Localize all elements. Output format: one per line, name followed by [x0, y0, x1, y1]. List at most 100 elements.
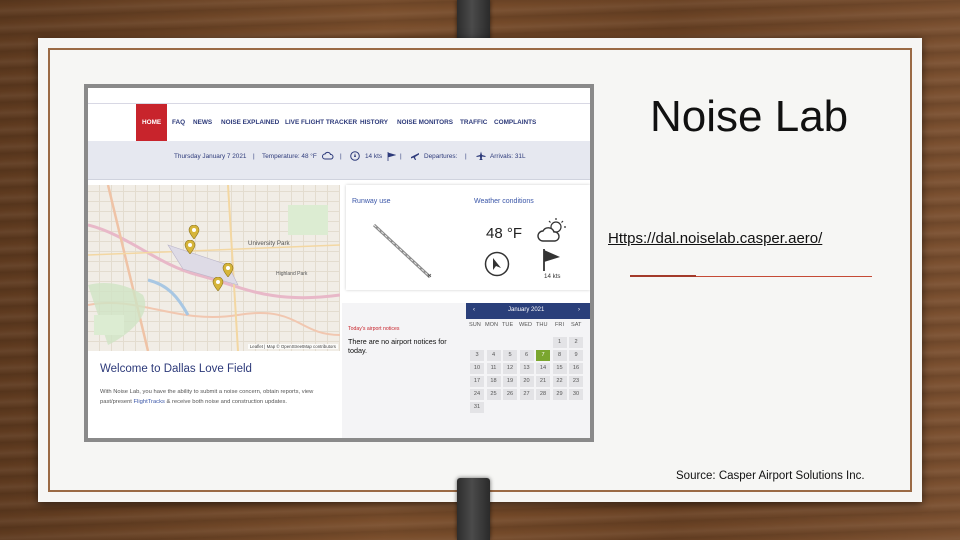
map-label-highland-park: Highland Park — [276, 271, 308, 277]
weekday-label: THU — [536, 322, 548, 328]
calendar-day[interactable]: 30 — [569, 389, 583, 400]
noise-monitor-marker[interactable] — [212, 276, 224, 292]
calendar-month-title: January 2021 — [508, 307, 545, 313]
arrivals-readout: Arrivals: 31L — [490, 153, 526, 160]
calendar-day[interactable]: 17 — [470, 376, 484, 387]
map-attribution[interactable]: Leaflet | Map © OpenStreetMap contributo… — [247, 344, 338, 349]
separator: | — [340, 153, 342, 160]
departure-plane-icon — [410, 151, 420, 163]
nav-home[interactable]: HOME — [136, 104, 168, 141]
calendar-day[interactable]: 3 — [470, 350, 484, 361]
calendar-day[interactable]: 29 — [552, 389, 567, 400]
calendar-header: ‹ January 2021 › — [466, 303, 590, 319]
status-infobar: Thursday January 7 2021 | Temperature: 4… — [88, 141, 590, 180]
calendar-day[interactable]: 21 — [536, 376, 550, 387]
calendar-day[interactable]: 4 — [486, 350, 501, 361]
calendar-day[interactable]: 31 — [470, 402, 484, 413]
source-credit: Source: Casper Airport Solutions Inc. — [676, 470, 865, 482]
website-viewport: HOME FAQ NEWS NOISE EXPLAINED LIVE FLIGH… — [88, 88, 590, 438]
weather-wind-speed: 14 kts — [544, 273, 561, 280]
separator: | — [253, 153, 255, 160]
calendar-day[interactable]: 13 — [519, 363, 534, 374]
cloud-icon — [322, 151, 334, 163]
calendar-day[interactable]: 11 — [486, 363, 501, 374]
nav-live-flight-tracker[interactable]: LIVE FLIGHT TRACKER — [285, 104, 357, 141]
site-navbar: HOME FAQ NEWS NOISE EXPLAINED LIVE FLIGH… — [88, 103, 590, 142]
weather-conditions-label: Weather conditions — [474, 198, 534, 205]
notices-calendar-section: Today's airport notices There are no air… — [342, 303, 590, 438]
wind-speed: 14 kts — [365, 153, 383, 160]
calendar-day[interactable]: 28 — [536, 389, 550, 400]
nav-complaints[interactable]: COMPLAINTS — [494, 104, 536, 141]
wind-direction-icon — [484, 251, 510, 282]
windsock-icon — [386, 151, 397, 163]
separator: | — [400, 153, 402, 160]
calendar-day[interactable]: 1 — [552, 337, 567, 348]
separator: | — [465, 153, 467, 160]
welcome-section: Welcome to Dallas Love Field With Noise … — [88, 351, 340, 438]
temperature-readout: Temperature: 48 °F — [262, 153, 317, 160]
calendar-day[interactable]: 24 — [470, 389, 484, 400]
runway-use-label: Runway use — [352, 198, 391, 205]
conditions-card: Runway use Weather conditions 48 °F 14 k… — [346, 185, 590, 290]
noise-monitor-marker[interactable] — [222, 262, 234, 278]
notices-label: Today's airport notices — [348, 326, 400, 332]
calendar-day[interactable]: 5 — [503, 350, 517, 361]
map-label-university-park: University Park — [248, 240, 290, 247]
arrival-plane-icon — [476, 151, 486, 163]
calendar-day[interactable]: 22 — [552, 376, 567, 387]
weekday-label: SUN — [469, 322, 481, 328]
website-screenshot: HOME FAQ NEWS NOISE EXPLAINED LIVE FLIGH… — [84, 84, 594, 442]
title-underline-accent — [630, 275, 696, 277]
weekday-label: FRI — [555, 322, 565, 328]
nav-noise-explained[interactable]: NOISE EXPLAINED — [221, 104, 279, 141]
nav-faq[interactable]: FAQ — [172, 104, 185, 141]
map-roads — [88, 185, 340, 351]
welcome-title: Welcome to Dallas Love Field — [100, 363, 252, 375]
weather-temperature: 48 °F — [486, 225, 523, 242]
calendar-day[interactable]: 14 — [536, 363, 550, 374]
bottom-strap — [457, 478, 490, 540]
compass-icon — [350, 151, 360, 163]
calendar-day[interactable]: 9 — [569, 350, 583, 361]
calendar-day[interactable]: 8 — [552, 350, 567, 361]
nav-noise-monitors[interactable]: NOISE MONITORS — [397, 104, 453, 141]
slide-title: Noise Lab — [650, 92, 849, 141]
calendar-day[interactable]: 7 — [536, 350, 550, 361]
calendar-day[interactable]: 27 — [519, 389, 534, 400]
welcome-body-text: & receive both noise and construction up… — [164, 399, 288, 405]
airport-map[interactable]: University Park Highland Park Leaflet | … — [88, 185, 340, 351]
calendar-day[interactable]: 25 — [486, 389, 501, 400]
noise-monitor-marker[interactable] — [188, 224, 200, 240]
runway-diagram — [372, 223, 432, 279]
weekday-label: SAT — [571, 322, 582, 328]
flighttracks-link[interactable]: FlightTracks — [134, 399, 165, 405]
nav-news[interactable]: NEWS — [193, 104, 212, 141]
weekday-label: WED — [519, 322, 533, 328]
weekday-label: MON — [485, 322, 499, 328]
weekday-label: TUE — [502, 322, 514, 328]
calendar-day[interactable]: 6 — [519, 350, 534, 361]
current-date: Thursday January 7 2021 — [174, 153, 247, 160]
nav-history[interactable]: HISTORY — [360, 104, 388, 141]
notices-text: There are no airport notices for today. — [348, 337, 447, 355]
calendar-day[interactable]: 10 — [470, 363, 484, 374]
calendar-day[interactable]: 15 — [552, 363, 567, 374]
calendar-next-button[interactable]: › — [578, 307, 580, 313]
welcome-body: With Noise Lab, you have the ability to … — [100, 387, 322, 407]
calendar-day[interactable]: 20 — [519, 376, 534, 387]
calendar-day[interactable]: 12 — [503, 363, 517, 374]
calendar-day[interactable]: 2 — [569, 337, 583, 348]
calendar-prev-button[interactable]: ‹ — [473, 307, 475, 313]
cloudy-sun-icon — [536, 217, 568, 250]
calendar-day[interactable]: 19 — [503, 376, 517, 387]
calendar-day[interactable]: 23 — [569, 376, 583, 387]
noise-monitor-marker[interactable] — [184, 239, 196, 255]
slide-url-link[interactable]: Https://dal.noiselab.casper.aero/ — [608, 230, 822, 247]
windsock-icon — [540, 247, 564, 276]
departures-label: Departures: — [424, 153, 458, 160]
calendar-day[interactable]: 16 — [569, 363, 583, 374]
nav-traffic[interactable]: TRAFFIC — [460, 104, 487, 141]
calendar-day[interactable]: 26 — [503, 389, 517, 400]
calendar-day[interactable]: 18 — [486, 376, 501, 387]
